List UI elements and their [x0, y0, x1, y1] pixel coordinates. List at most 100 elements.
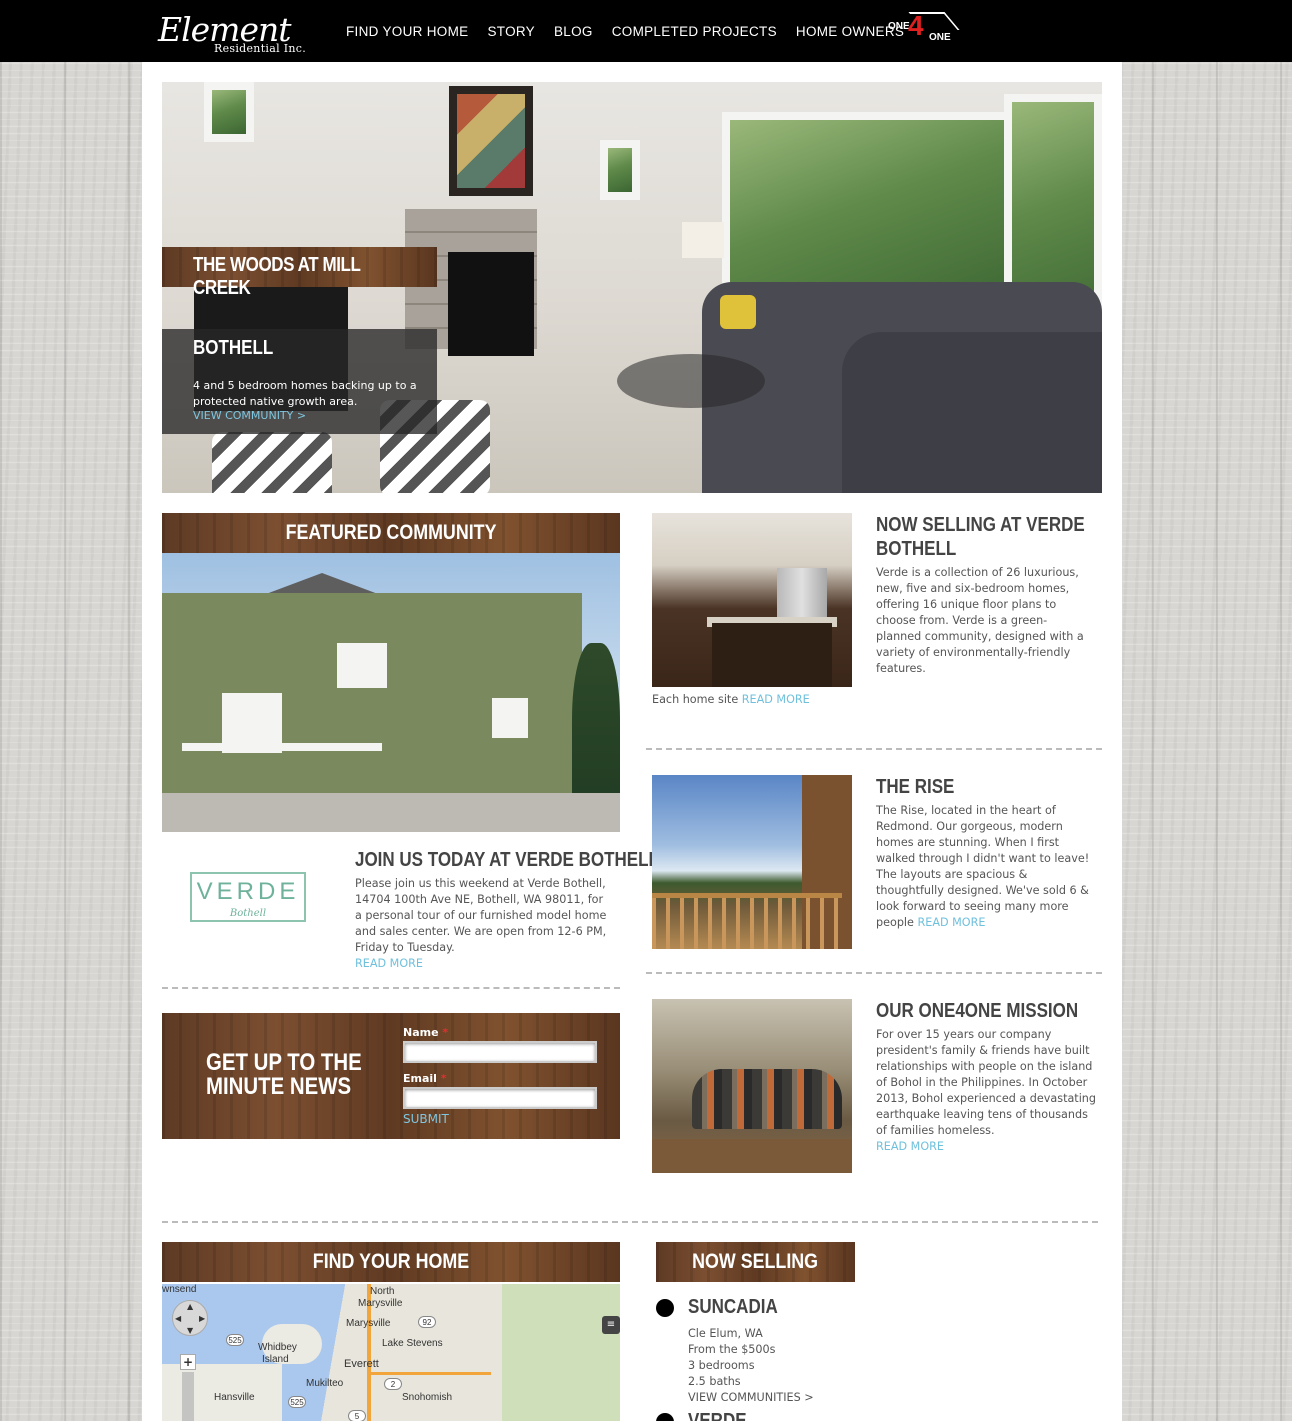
pan-down-icon[interactable]: ▼ — [187, 1326, 193, 1335]
map-park-area — [502, 1284, 620, 1421]
verde-logo[interactable]: VERDE Bothell — [190, 872, 306, 922]
community-price: From the $500s — [688, 1343, 776, 1356]
divider — [162, 1221, 1098, 1223]
post-body-rise: The Rise, located in the heart of Redmon… — [876, 804, 1090, 929]
post-caption-verde: Each home site READ MORE — [652, 693, 810, 706]
layers-icon[interactable]: ≡ — [602, 1316, 620, 1334]
post-title-verde: NOW SELLING AT VERDE BOTHELL — [876, 514, 1085, 560]
post-text-mission: For over 15 years our company president'… — [876, 1027, 1096, 1155]
hero-slide[interactable]: THE WOODS AT MILL CREEK BOTHELL 4 and 5 … — [162, 82, 1102, 493]
hero-coffee-table — [617, 354, 765, 408]
pan-right-icon[interactable]: ▶ — [199, 1314, 205, 1323]
post-thumbnail-mission[interactable] — [652, 999, 852, 1173]
map-pan-control[interactable]: ▲ ▼ ◀ ▶ — [172, 1300, 208, 1336]
community-name[interactable]: VERDE — [688, 1410, 747, 1421]
now-selling-heading: NOW SELLING — [656, 1242, 855, 1282]
name-field[interactable] — [403, 1041, 597, 1063]
bullet-icon — [656, 1299, 674, 1317]
one4one-text-one: ONE — [888, 21, 910, 32]
email-field[interactable] — [403, 1087, 597, 1109]
post-thumbnail-rise[interactable] — [652, 775, 852, 949]
newsletter-title: GET UP TO THE MINUTE NEWS — [206, 1051, 362, 1099]
community-location: Cle Elum, WA — [688, 1327, 763, 1340]
zoom-in-button[interactable]: + — [180, 1354, 196, 1370]
divider — [646, 748, 1102, 750]
map-label: Island — [262, 1354, 289, 1365]
element-residential-logo[interactable]: Element Residential Inc. — [158, 10, 314, 56]
photo-driveway — [162, 793, 620, 832]
mission-group-photo — [692, 1069, 842, 1129]
content-panel: THE WOODS AT MILL CREEK BOTHELL 4 and 5 … — [142, 62, 1122, 1421]
featured-community-heading: FEATURED COMMUNITY — [162, 513, 620, 553]
map-label: Everett — [344, 1358, 379, 1370]
hero-lamp — [682, 222, 724, 258]
post-read-more-verde[interactable]: READ MORE — [742, 693, 810, 706]
map-label: Whidbey — [258, 1342, 297, 1353]
name-label: Name * — [403, 1026, 449, 1039]
post-read-more-mission[interactable]: READ MORE — [876, 1140, 944, 1153]
map-route-shield: 525 — [226, 1334, 244, 1346]
map-route-shield: 525 — [288, 1396, 306, 1408]
hero-window-small-2 — [600, 140, 640, 200]
view-community-link[interactable]: VIEW COMMUNITY > — [193, 409, 306, 422]
map-label: Mukilteo — [306, 1378, 344, 1389]
verde-logo-word: VERDE — [196, 878, 300, 905]
divider — [162, 987, 620, 989]
one4one-text-one-b: ONE — [929, 32, 951, 43]
verde-event-text: Please join us this weekend at Verde Bot… — [355, 876, 613, 972]
photo-window-3 — [492, 698, 528, 738]
newsletter-title-line2: MINUTE NEWS — [206, 1073, 352, 1100]
photo-window-2 — [337, 643, 387, 688]
post-thumbnail-verde[interactable] — [652, 513, 852, 687]
verde-logo-sub: Bothell — [229, 908, 267, 919]
community-baths: 2.5 baths — [688, 1375, 741, 1388]
hero-title-banner: THE WOODS AT MILL CREEK — [162, 247, 437, 299]
community-name[interactable]: SUNCADIA — [688, 1296, 778, 1319]
post-title-mission: OUR ONE4ONE MISSION — [876, 1000, 1079, 1022]
view-communities-link[interactable]: VIEW COMMUNITIES > — [688, 1390, 814, 1406]
pan-up-icon[interactable]: ▲ — [187, 1302, 193, 1311]
map-label: Lake Stevens — [382, 1338, 443, 1349]
one4one-logo[interactable]: ONE 4 ONE — [888, 10, 960, 48]
community-map[interactable]: wnsend North Marysville Marysville Lake … — [162, 1284, 620, 1421]
map-label: Marysville — [358, 1298, 403, 1309]
rise-railing — [652, 893, 842, 949]
divider — [646, 972, 1102, 974]
one4one-text-four: 4 — [908, 10, 924, 41]
zoom-slider[interactable] — [182, 1372, 194, 1421]
nav-find-your-home[interactable]: FIND YOUR HOME — [346, 24, 468, 39]
nav-completed-projects[interactable]: COMPLETED PROJECTS — [612, 24, 777, 39]
pan-left-icon[interactable]: ◀ — [175, 1314, 181, 1323]
verde-event-read-more[interactable]: READ MORE — [355, 957, 423, 970]
post-read-more-rise[interactable]: READ MORE — [917, 916, 985, 929]
post-title-rise: THE RISE — [876, 776, 955, 798]
map-label: Hansville — [214, 1392, 255, 1403]
map-label: Marysville — [346, 1318, 391, 1329]
verde-event-body: Please join us this weekend at Verde Bot… — [355, 877, 607, 954]
nav-story[interactable]: STORY — [487, 24, 535, 39]
hero-city: BOTHELL — [193, 337, 274, 359]
main-nav: FIND YOUR HOME STORY BLOG COMPLETED PROJ… — [346, 24, 904, 39]
logo-subtitle: Residential Inc. — [214, 42, 306, 55]
map-route-shield: 92 — [418, 1316, 436, 1328]
map-route-shield: 2 — [384, 1378, 402, 1390]
submit-button[interactable]: SUBMIT — [403, 1112, 449, 1126]
find-your-home-heading: FIND YOUR HOME — [162, 1242, 620, 1282]
featured-community-photo[interactable] — [162, 553, 620, 832]
hero-description: 4 and 5 bedroom homes backing up to a pr… — [193, 379, 417, 408]
post-body-mission: For over 15 years our company president'… — [876, 1028, 1096, 1137]
photo-porch-beam — [182, 743, 382, 751]
hero-window-small — [204, 82, 254, 142]
post-text-verde: Verde is a collection of 26 luxurious, n… — [876, 566, 1084, 675]
nav-blog[interactable]: BLOG — [554, 24, 593, 39]
mission-floor — [652, 1139, 852, 1173]
map-label: wnsend — [162, 1284, 197, 1295]
map-label: Snohomish — [402, 1392, 453, 1403]
map-highway-2 — [371, 1372, 491, 1375]
hero-info-box: BOTHELL 4 and 5 bedroom homes backing up… — [162, 329, 437, 434]
kitchen-island — [712, 623, 832, 687]
hero-title: THE WOODS AT MILL CREEK — [193, 254, 361, 299]
hero-artwork — [449, 86, 533, 196]
newsletter-signup: GET UP TO THE MINUTE NEWS Name * Email *… — [162, 1013, 620, 1139]
hero-ottoman — [212, 432, 332, 493]
